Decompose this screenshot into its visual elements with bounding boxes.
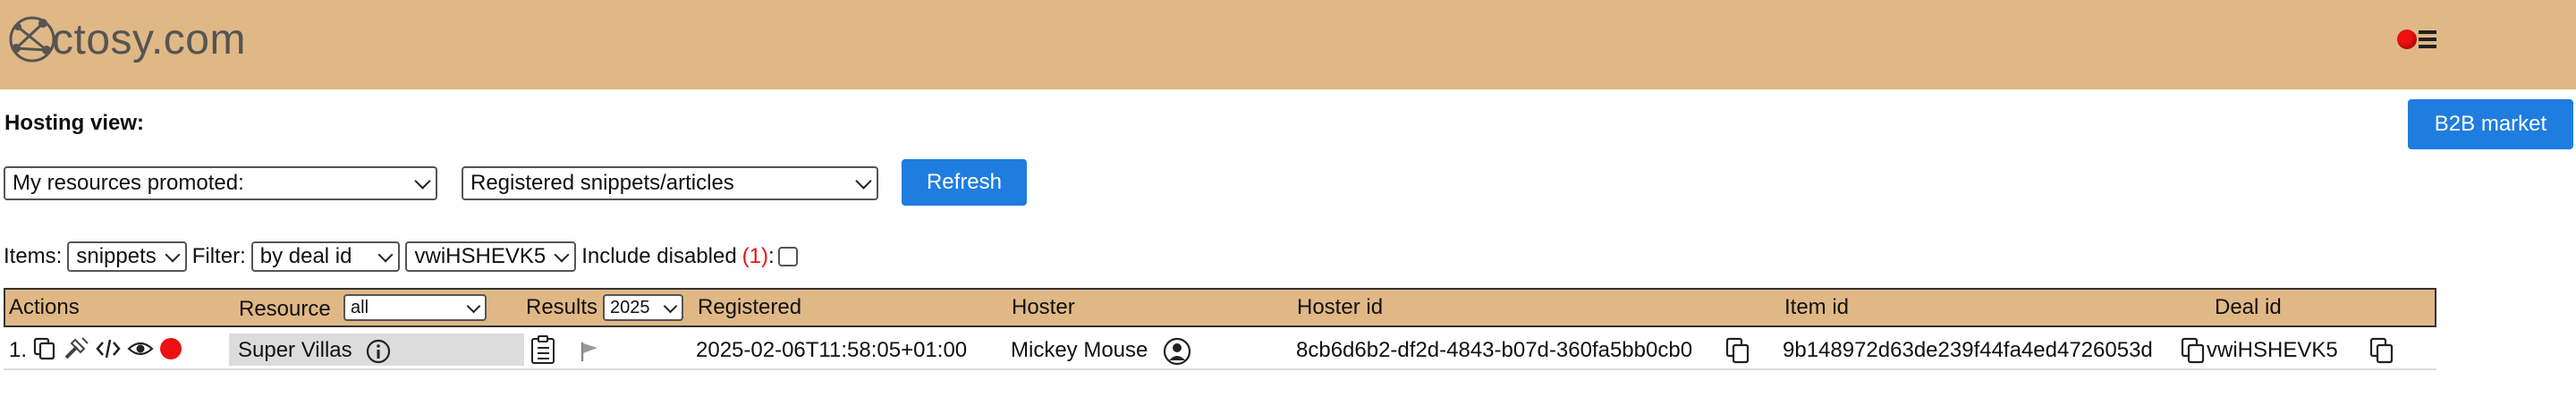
deal-id-select[interactable]: vwiHSHEVK5 [405,241,577,272]
results-year-select[interactable]: 2025 [603,294,683,321]
status-red-dot-icon [160,338,182,359]
filter-select[interactable]: by deal id [250,241,401,272]
network-logo-icon [9,16,55,63]
item-type-select-value: Registered snippets/articles [470,171,734,195]
site-logo[interactable]: ctosy.com [7,13,246,66]
info-icon[interactable] [365,338,392,365]
resources-select-value: My resources promoted: [13,171,244,195]
resource-filter-select[interactable]: all [343,294,487,321]
copy-icon[interactable] [2368,336,2395,365]
deal-id-select-value: vwiHSHEVK5 [414,244,547,268]
resources-select[interactable]: My resources promoted: [4,166,437,200]
col-hoster-id: Hoster id [1297,295,1384,319]
copy-icon[interactable] [1724,336,1751,365]
hamburger-menu-icon [2419,30,2436,48]
chevron-down-icon [377,247,394,263]
item-type-select[interactable]: Registered snippets/articles [462,166,878,200]
chevron-down-icon [554,247,570,263]
row-registered: 2025-02-06T11:58:05+01:00 [696,338,968,362]
col-item-id: Item id [1784,295,1850,319]
col-deal-id: Deal id [2215,295,2282,319]
include-disabled-label: Include disabled [581,244,737,268]
filter-label: Filter: [191,244,246,268]
chevron-down-icon [466,299,481,314]
eye-icon[interactable] [127,336,154,361]
col-results: Results [526,295,598,319]
copy-icon[interactable] [32,336,57,361]
code-icon[interactable] [95,336,122,361]
top-header: ctosy.com [0,0,2576,89]
row-item-id: 9b148972d63de239f44fa4ed4726053d [1783,338,2153,362]
chevron-down-icon [663,299,678,314]
chevron-down-icon [165,247,181,263]
include-disabled-colon: : [768,244,775,268]
chevron-down-icon [414,173,431,190]
col-registered: Registered [698,295,802,319]
chevron-down-icon [855,173,872,190]
main-menu-button[interactable] [2397,23,2445,55]
site-name: ctosy.com [52,15,246,63]
col-hoster: Hoster [1012,295,1075,319]
table-row: 1. Super Villas 2025-02-06T11:58:05+01:0… [4,331,2436,370]
refresh-button[interactable]: Refresh [902,159,1027,206]
b2b-market-button[interactable]: B2B market [2408,99,2573,149]
filter-row: Items: snippets Filter: by deal id vwiHS… [4,240,798,274]
row-index: 1. [9,338,28,362]
col-resource: Resource [239,297,331,321]
disabled-count: (1) [741,244,769,268]
items-select-value: snippets [76,244,157,268]
resource-filter-value: all [351,297,369,317]
row-hoster-id: 8cb6d6b2-df2d-4843-b07d-360fa5bb0cb0 [1296,338,1693,362]
flag-icon[interactable] [578,340,601,363]
row-actions [32,336,182,361]
user-avatar-icon[interactable] [1163,337,1191,366]
results-year-value: 2025 [610,297,650,317]
clipboard-icon[interactable] [530,334,556,365]
include-disabled-checkbox[interactable] [777,247,798,266]
col-actions: Actions [9,295,80,319]
copy-icon[interactable] [2180,336,2207,365]
table-header: Actions Resource all Results 2025 Regist… [4,288,2436,327]
row-hoster: Mickey Mouse [1011,338,1148,362]
row-resource: Super Villas [238,338,352,362]
items-label: Items: [4,244,63,268]
items-select[interactable]: snippets [67,241,187,272]
tools-icon[interactable] [63,336,89,361]
status-dot-icon [2397,30,2417,49]
row-deal-id: vwiHSHEVK5 [2207,338,2338,362]
filter-select-value: by deal id [259,244,352,268]
hosting-view-label: Hosting view: [4,111,145,135]
